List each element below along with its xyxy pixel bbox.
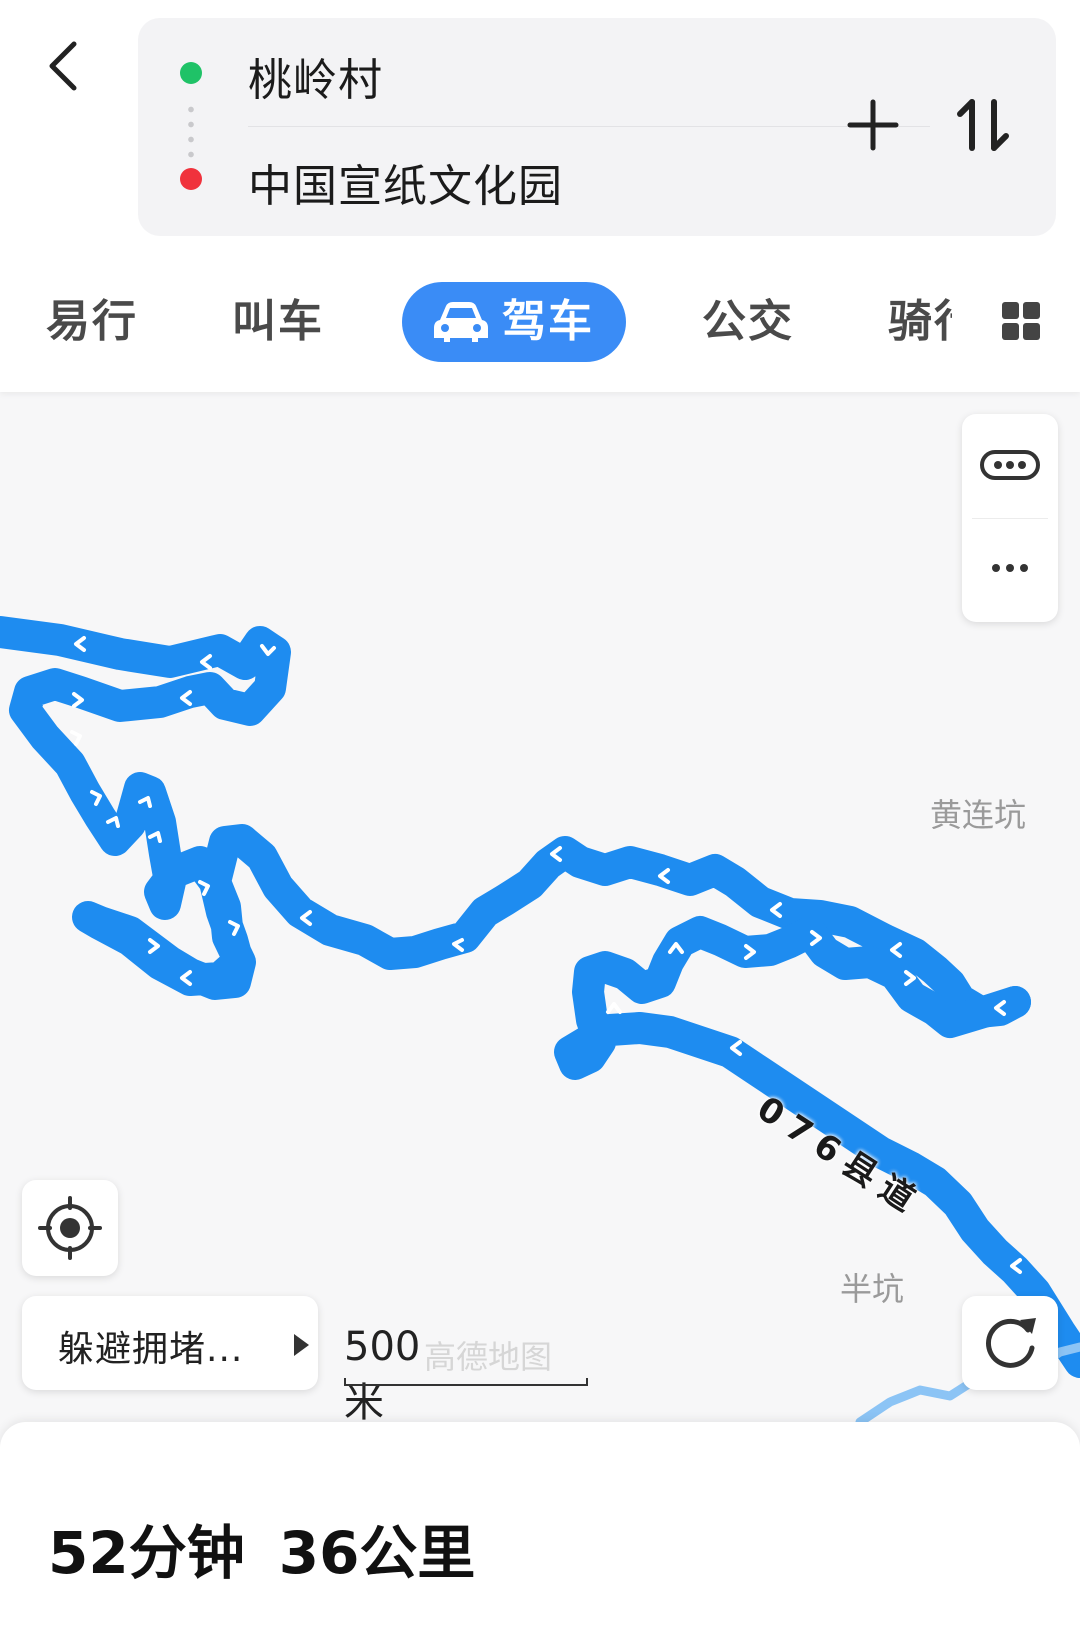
control-divider	[972, 518, 1048, 519]
refresh-route-button[interactable]	[962, 1296, 1058, 1390]
avoid-congestion-label: 躲避拥堵...	[58, 1329, 244, 1370]
swap-arrows-icon	[957, 99, 1009, 151]
tab-bus[interactable]: 公交	[702, 282, 794, 362]
traffic-toggle-button[interactable]	[962, 414, 1058, 514]
route-header: 桃岭村 中国宣纸文化园 易行 叫车 驾车 公交 骑	[0, 0, 1080, 392]
locate-crosshair-icon	[38, 1196, 102, 1260]
destination-field[interactable]: 中国宣纸文化园	[248, 150, 563, 214]
route-summary-sheet[interactable]: 52分钟 36公里	[0, 1422, 1080, 1640]
scale-text: 500米	[344, 1324, 421, 1422]
route-distance: 36公里	[278, 1519, 476, 1587]
tab-drive[interactable]: 驾车	[402, 282, 626, 362]
route-connector-dots	[188, 102, 194, 162]
swap-route-button[interactable]	[948, 90, 1018, 160]
car-icon	[434, 302, 488, 342]
route-lines	[0, 616, 1080, 1422]
my-location-button[interactable]	[22, 1180, 118, 1276]
play-triangle-icon	[294, 1334, 309, 1356]
add-waypoint-button[interactable]	[838, 90, 908, 160]
scale-bar	[344, 1378, 588, 1386]
more-dots-icon	[992, 564, 1028, 572]
route-input-card: 桃岭村 中国宣纸文化园	[138, 18, 1056, 236]
tab-yixing[interactable]: 易行	[46, 282, 138, 362]
map-watermark: 高德地图	[424, 1338, 553, 1376]
start-point-icon	[180, 62, 202, 84]
more-modes-grid-icon[interactable]	[1000, 300, 1042, 342]
avoid-congestion-button[interactable]: 躲避拥堵...	[22, 1296, 318, 1390]
travel-mode-tabs: 易行 叫车 驾车 公交 骑行	[0, 282, 1080, 366]
tab-drive-label: 驾车	[502, 296, 594, 347]
map-control-panel	[962, 414, 1058, 622]
refresh-icon	[986, 1318, 1036, 1368]
route-summary: 52分钟 36公里	[48, 1506, 475, 1590]
tab-ride-hailing[interactable]: 叫车	[232, 282, 324, 362]
plus-icon	[847, 99, 899, 151]
more-options-button[interactable]	[962, 520, 1058, 620]
tab-bike[interactable]: 骑行	[888, 282, 952, 362]
village-label-banken: 半坑	[840, 1270, 905, 1308]
back-arrow-icon	[49, 41, 77, 91]
route-duration: 52分钟	[48, 1519, 245, 1587]
end-point-icon	[180, 168, 202, 190]
back-button[interactable]	[40, 36, 92, 96]
village-label-huanglianken: 黄连坑	[930, 796, 1027, 834]
card-divider	[248, 126, 930, 127]
traffic-icon	[980, 450, 1040, 480]
map-view[interactable]: 黄连坑 半坑 076县道 躲避拥堵... 高德地图 500米	[0, 392, 1080, 1422]
start-location-field[interactable]: 桃岭村	[248, 44, 383, 108]
